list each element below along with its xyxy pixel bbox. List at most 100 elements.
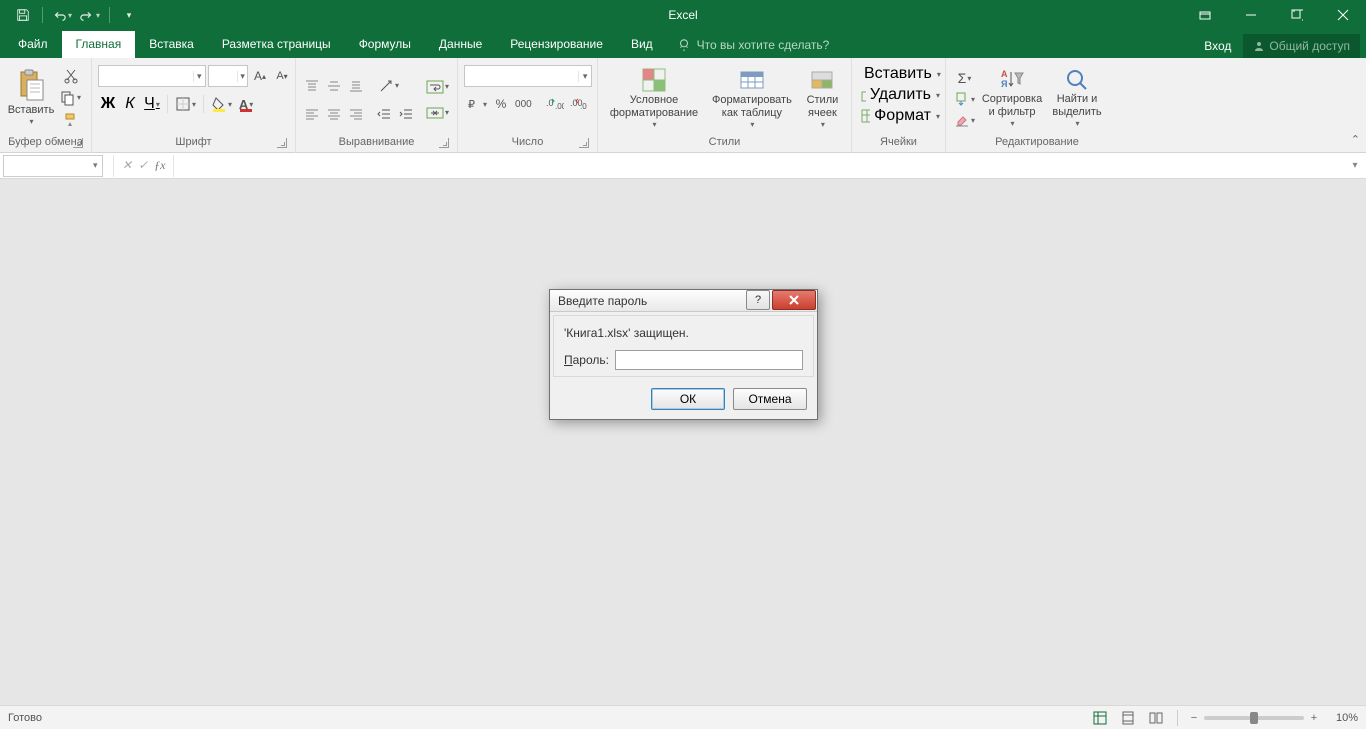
save-icon[interactable] (10, 3, 36, 27)
tab-view[interactable]: Вид (617, 31, 667, 58)
dialog-close-icon[interactable] (772, 290, 816, 310)
merge-center-icon[interactable]: ▾ (424, 103, 451, 123)
fill-icon[interactable]: ▾ (952, 89, 977, 109)
copy-icon[interactable]: ▾ (58, 88, 83, 108)
format-painter-icon[interactable] (58, 110, 83, 130)
font-size-combo[interactable]: ▾ (208, 65, 248, 87)
percent-icon[interactable]: % (491, 94, 511, 114)
close-icon[interactable] (1320, 0, 1366, 30)
titlebar: ▾ ▾ ▾ Excel (0, 0, 1366, 30)
alignment-dialog-launcher[interactable] (439, 138, 449, 148)
wrap-text-icon[interactable]: ▾ (424, 77, 451, 97)
underline-button[interactable]: Ч▾ (142, 94, 162, 114)
undo-icon[interactable]: ▾ (49, 3, 75, 27)
bold-button[interactable]: Ж (98, 94, 118, 114)
conditional-formatting-button[interactable]: Условное форматирование▾ (604, 64, 704, 132)
tab-page-layout[interactable]: Разметка страницы (208, 31, 345, 58)
dialog-message: 'Книга1.xlsx' защищен. (564, 326, 803, 340)
font-color-icon[interactable]: A▾ (236, 94, 256, 114)
align-right-icon[interactable] (346, 104, 366, 124)
decrease-decimal-icon[interactable]: .00.0 (568, 94, 590, 114)
tell-me-search[interactable]: Что вы хотите сделать? (667, 32, 840, 58)
alignment-group-label: Выравнивание (339, 136, 415, 148)
collapse-ribbon-icon[interactable]: ⌃ (1351, 133, 1360, 146)
formula-bar: ▾ ✕ ✓ ƒx ▾ (0, 153, 1366, 179)
qat-customize-icon[interactable]: ▾ (116, 3, 142, 27)
share-button[interactable]: Общий доступ (1243, 34, 1360, 58)
increase-decimal-icon[interactable]: .0.00 (544, 94, 566, 114)
cell-styles-button[interactable]: Стили ячеек▾ (800, 64, 845, 132)
normal-view-icon[interactable] (1087, 708, 1113, 728)
align-top-icon[interactable] (302, 76, 322, 96)
borders-icon[interactable]: ▾ (173, 94, 198, 114)
orientation-icon[interactable]: ▾ (376, 76, 401, 96)
format-as-table-button[interactable]: Форматировать как таблицу▾ (706, 64, 798, 132)
page-break-view-icon[interactable] (1143, 708, 1169, 728)
status-ready: Готово (8, 712, 42, 724)
zoom-slider[interactable] (1204, 716, 1304, 720)
tab-insert[interactable]: Вставка (135, 31, 208, 58)
align-left-icon[interactable] (302, 104, 322, 124)
editing-group-label: Редактирование (995, 136, 1079, 148)
font-name-combo[interactable]: ▾ (98, 65, 206, 87)
tab-review[interactable]: Рецензирование (496, 31, 617, 58)
tell-me-label: Что вы хотите сделать? (697, 38, 830, 52)
accounting-format-icon[interactable]: ₽▾ (464, 94, 489, 114)
align-middle-icon[interactable] (324, 76, 344, 96)
insert-cells-button[interactable]: Вставить▾ (858, 64, 942, 84)
number-format-combo[interactable]: ▾ (464, 65, 592, 87)
redo-icon[interactable]: ▾ (77, 3, 103, 27)
page-layout-view-icon[interactable] (1115, 708, 1141, 728)
dialog-help-icon[interactable]: ? (746, 290, 770, 310)
sort-filter-button[interactable]: АЯ Сортировка и фильтр▾ (979, 65, 1045, 131)
number-dialog-launcher[interactable] (579, 138, 589, 148)
fx-icon[interactable]: ƒx (154, 158, 165, 173)
clipboard-group-label: Буфер обмена (8, 136, 83, 148)
name-box[interactable]: ▾ (3, 155, 103, 177)
format-cells-button[interactable]: Формат▾ (858, 106, 942, 126)
tab-data[interactable]: Данные (425, 31, 496, 58)
app-title: Excel (668, 8, 697, 22)
paste-label: Вставить (8, 104, 55, 117)
cut-icon[interactable] (58, 66, 83, 86)
tab-home[interactable]: Главная (62, 31, 136, 58)
password-input[interactable] (615, 350, 803, 370)
zoom-in-icon[interactable]: + (1306, 712, 1322, 724)
font-dialog-launcher[interactable] (277, 138, 287, 148)
ok-button[interactable]: ОК (651, 388, 725, 410)
align-bottom-icon[interactable] (346, 76, 366, 96)
tab-formulas[interactable]: Формулы (345, 31, 425, 58)
expand-formula-bar-icon[interactable]: ▾ (1348, 159, 1362, 173)
table-format-label: Форматировать как таблицу (712, 94, 792, 120)
worksheet-area (0, 179, 1366, 705)
decrease-indent-icon[interactable] (374, 104, 394, 124)
maximize-icon[interactable] (1274, 0, 1320, 30)
signin-link[interactable]: Вход (1196, 35, 1239, 57)
cells-group-label: Ячейки (880, 136, 917, 148)
increase-indent-icon[interactable] (396, 104, 416, 124)
ribbon-tabs: Файл Главная Вставка Разметка страницы Ф… (0, 30, 1366, 58)
decrease-font-icon[interactable]: A▾ (272, 66, 292, 86)
find-select-button[interactable]: Найти и выделить▾ (1047, 65, 1107, 131)
increase-font-icon[interactable]: A▴ (250, 66, 270, 86)
comma-icon[interactable]: 000 (513, 94, 534, 114)
zoom-value[interactable]: 10% (1324, 712, 1358, 724)
sort-label: Сортировка и фильтр (982, 93, 1042, 119)
fill-color-icon[interactable]: ▾ (209, 94, 234, 114)
italic-button[interactable]: К (120, 94, 140, 114)
delete-cells-button[interactable]: Удалить▾ (858, 85, 942, 105)
ribbon-display-icon[interactable] (1182, 0, 1228, 30)
formula-input[interactable] (174, 155, 1348, 177)
zoom-out-icon[interactable]: − (1186, 712, 1202, 724)
cancel-button[interactable]: Отмена (733, 388, 807, 410)
tab-file[interactable]: Файл (4, 31, 62, 58)
cancel-formula-icon[interactable]: ✕ (122, 158, 132, 173)
enter-formula-icon[interactable]: ✓ (138, 158, 148, 173)
align-center-icon[interactable] (324, 104, 344, 124)
minimize-icon[interactable] (1228, 0, 1274, 30)
clear-icon[interactable]: ▾ (952, 110, 977, 130)
clipboard-dialog-launcher[interactable] (73, 138, 83, 148)
paste-button[interactable]: Вставить ▾ (6, 66, 56, 129)
dialog-titlebar[interactable]: Введите пароль ? (550, 290, 817, 312)
autosum-icon[interactable]: Σ▾ (952, 68, 977, 88)
